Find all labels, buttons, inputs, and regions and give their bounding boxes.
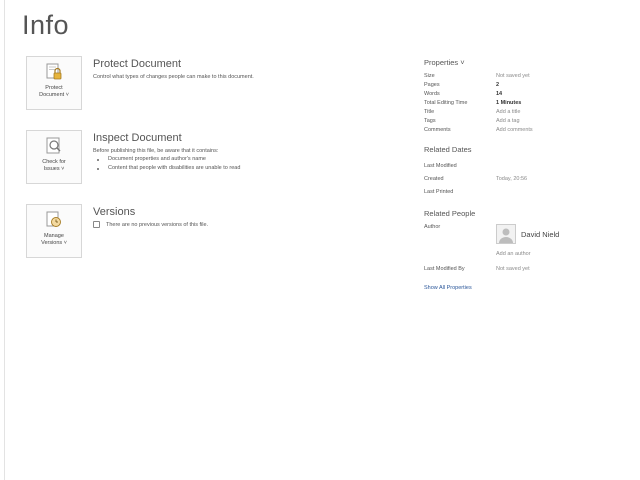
property-row: Title Add a title xyxy=(424,108,634,117)
left-divider xyxy=(4,0,5,480)
versions-note: There are no previous versions of this f… xyxy=(93,221,393,228)
bullet-icon xyxy=(97,167,99,170)
protect-document-button[interactable]: Protect Document ˅ xyxy=(26,56,82,110)
inspect-document-text: Inspect Document Before publishing this … xyxy=(93,130,393,173)
protect-document-label: Protect Document ˅ xyxy=(39,85,69,98)
property-key: Size xyxy=(424,73,435,79)
property-key: Words xyxy=(424,91,440,97)
property-row: Comments Add comments xyxy=(424,126,634,135)
protect-document-text: Protect Document Control what types of c… xyxy=(93,56,393,81)
property-key: Total Editing Time xyxy=(424,100,468,106)
related-dates-heading: Related Dates xyxy=(424,145,472,154)
last-modified-by-value: Not saved yet xyxy=(496,266,530,272)
show-all-properties-link[interactable]: Show All Properties xyxy=(424,285,472,291)
date-row: Created Today, 20:56 xyxy=(424,173,634,186)
author-block: David Nield Add an author xyxy=(496,224,559,257)
page-title: Info xyxy=(22,10,70,40)
property-key: Title xyxy=(424,109,435,115)
property-row: Tags Add a tag xyxy=(424,117,634,126)
check-for-issues-label: Check for Issues ˅ xyxy=(42,159,66,172)
property-value: 2 xyxy=(496,82,500,88)
title-field[interactable]: Add a title xyxy=(496,108,520,117)
inspect-bullet: Document properties and author's name xyxy=(97,155,393,164)
author-entry[interactable]: David Nield xyxy=(496,224,559,244)
protect-document-heading: Protect Document xyxy=(93,58,182,70)
property-key: Tags xyxy=(424,118,436,124)
versions-section: Manage Versions ˅ Versions There are no … xyxy=(26,204,386,260)
protect-document-description: Control what types of changes people can… xyxy=(93,74,254,80)
properties-panel: Properties ˅ Size Not saved yet Pages 2 … xyxy=(424,58,634,294)
inspect-bullet-text: Content that people with disabilities ar… xyxy=(108,165,241,171)
person-icon xyxy=(499,228,513,243)
versions-heading: Versions xyxy=(93,206,136,218)
date-key: Last Modified xyxy=(424,163,457,169)
property-key: Comments xyxy=(424,127,451,133)
property-row: Words 14 xyxy=(424,90,634,99)
protect-document-section: Protect Document ˅ Protect Document Cont… xyxy=(26,56,386,112)
property-value: 1 Minutes xyxy=(496,100,522,106)
author-row: Author David Nield Add an author xyxy=(424,224,634,257)
inspect-document-section: Check for Issues ˅ Inspect Document Befo… xyxy=(26,130,386,186)
properties-dropdown[interactable]: Properties ˅ xyxy=(424,58,634,67)
inspect-document-icon xyxy=(44,136,64,156)
tags-field[interactable]: Add a tag xyxy=(496,117,520,126)
property-value: Not saved yet xyxy=(496,73,530,79)
property-row: Total Editing Time 1 Minutes xyxy=(424,99,634,108)
date-value: Today, 20:56 xyxy=(496,176,528,182)
related-people-heading: Related People xyxy=(424,209,476,218)
versions-note-text: There are no previous versions of this f… xyxy=(106,221,209,228)
author-key: Author xyxy=(424,224,441,230)
versions-icon xyxy=(44,210,64,230)
inspect-bullet: Content that people with disabilities ar… xyxy=(97,164,393,173)
date-key: Last Printed xyxy=(424,189,454,195)
versions-text: Versions There are no previous versions … xyxy=(93,204,393,228)
add-author-link[interactable]: Add an author xyxy=(496,251,559,257)
inspect-document-description: Before publishing this file, be aware th… xyxy=(93,148,219,154)
date-row: Last Printed xyxy=(424,186,634,199)
author-name: David Nield xyxy=(521,229,560,239)
date-row: Last Modified xyxy=(424,160,634,173)
comments-field[interactable]: Add comments xyxy=(496,126,533,135)
property-value: 14 xyxy=(496,91,503,97)
manage-versions-button[interactable]: Manage Versions ˅ xyxy=(26,204,82,258)
property-row: Size Not saved yet xyxy=(424,72,634,81)
manage-versions-label: Manage Versions ˅ xyxy=(41,233,67,246)
bullet-icon xyxy=(97,158,99,161)
last-modified-by-key: Last Modified By xyxy=(424,266,465,272)
last-modified-by-row: Last Modified By Not saved yet xyxy=(424,263,634,276)
inspect-document-heading: Inspect Document xyxy=(93,132,182,144)
property-key: Pages xyxy=(424,82,440,88)
lock-document-icon xyxy=(44,62,64,82)
avatar xyxy=(496,224,516,244)
inspect-bullet-text: Document properties and author's name xyxy=(108,156,206,162)
property-row: Pages 2 xyxy=(424,81,634,90)
date-key: Created xyxy=(424,176,444,182)
document-icon xyxy=(93,221,100,228)
check-for-issues-button[interactable]: Check for Issues ˅ xyxy=(26,130,82,184)
